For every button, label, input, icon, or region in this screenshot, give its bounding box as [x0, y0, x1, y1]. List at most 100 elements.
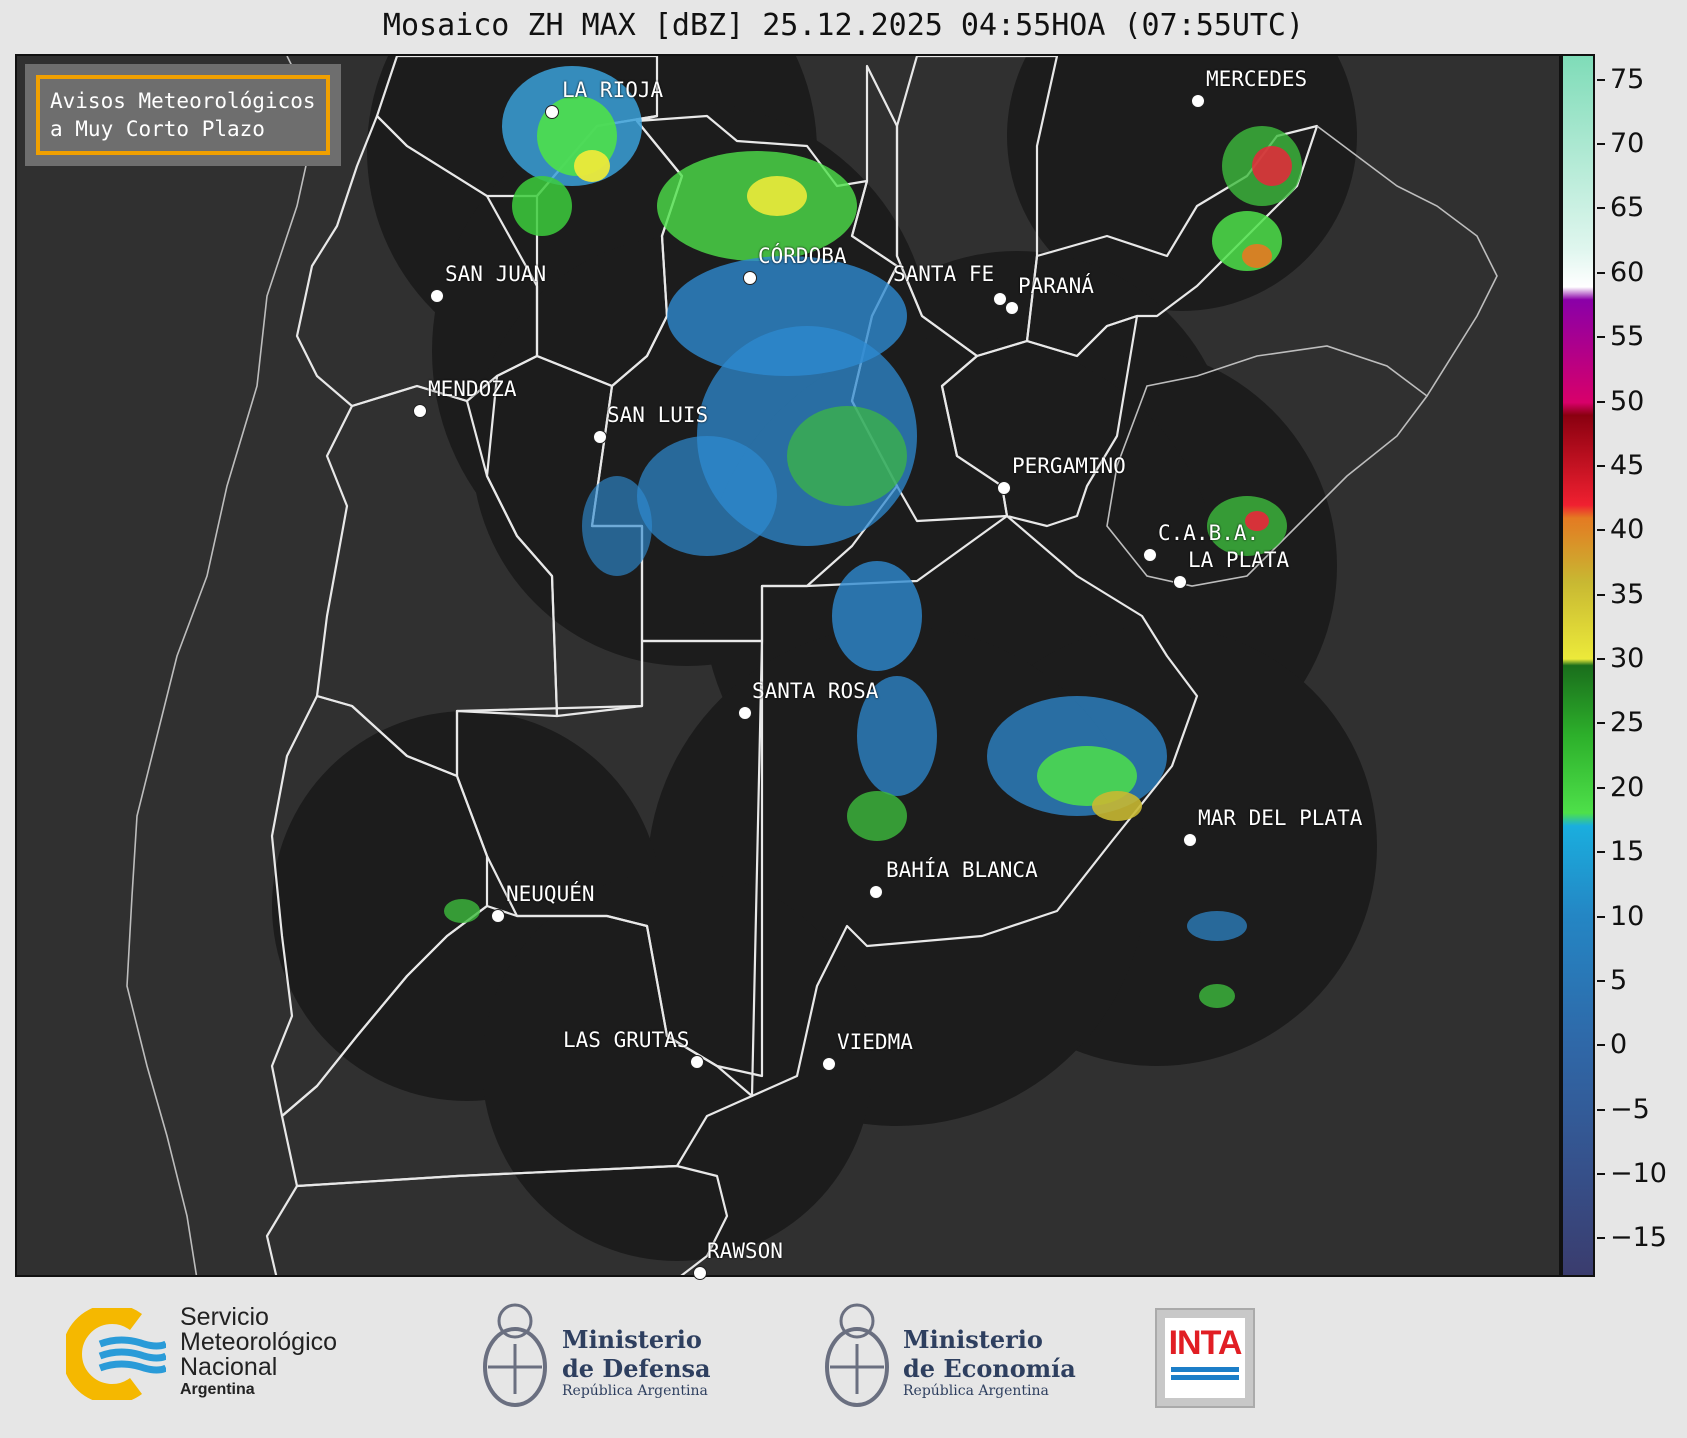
smn-emblem-icon [62, 1304, 168, 1404]
colorbar-tick-mark [1597, 1044, 1605, 1047]
colorbar-tick-mark [1597, 722, 1605, 725]
city-label: LAS GRUTAS [563, 1028, 690, 1052]
precip-echo [832, 561, 922, 671]
colorbar-tick-label: −5 [1610, 1093, 1650, 1125]
colorbar-tick-label: 15 [1610, 836, 1645, 868]
city-label: RAWSON [707, 1239, 783, 1263]
defensa-wordmark: Ministerio de Defensa República Argentin… [562, 1325, 711, 1399]
colorbar-tick-mark [1597, 979, 1605, 982]
colorbar-tick-mark [1597, 1108, 1605, 1111]
smn-line-1: Servicio [180, 1303, 269, 1331]
colorbar-tick-mark [1597, 1237, 1605, 1240]
precip-echo [1092, 791, 1142, 821]
colorbar-tick-mark [1597, 1173, 1605, 1175]
city-dot [997, 481, 1011, 495]
inta-logo-panel: INTA [1165, 1318, 1245, 1398]
smn-line-2: Meteorológico [180, 1328, 338, 1356]
city-label: SANTA FE [893, 262, 995, 286]
city-label: LA PLATA [1188, 548, 1290, 572]
colorbar-tick-mark [1597, 593, 1605, 596]
colorbar-tick-mark [1597, 207, 1605, 210]
smn-logo [62, 1304, 168, 1404]
city-label: CÓRDOBA [758, 244, 847, 268]
city-label: SAN LUIS [607, 403, 709, 427]
colorbar-tick-label: 25 [1610, 707, 1645, 739]
notice-line-1: Avisos Meteorológicos [50, 89, 316, 113]
precip-echo [747, 176, 807, 216]
colorbar-tick-label: 40 [1610, 514, 1645, 546]
city-label: PARANÁ [1018, 274, 1094, 298]
city-dot [413, 404, 427, 418]
city-dot [822, 1057, 836, 1071]
city-dot [743, 271, 757, 285]
colorbar-tick-label: 65 [1610, 192, 1645, 224]
colorbar-tick-mark [1597, 143, 1605, 146]
economia-seal-icon [822, 1299, 892, 1421]
inta-stripe-1 [1171, 1367, 1239, 1372]
colorbar-tick-label: 20 [1610, 771, 1645, 803]
city-dot [1191, 94, 1205, 108]
city-dot [430, 289, 444, 303]
economia-line-2: de Economía [903, 1354, 1076, 1383]
city-dot [869, 885, 883, 899]
colorbar-tick-label: −15 [1610, 1222, 1667, 1254]
precip-echo [444, 899, 480, 923]
economia-wordmark: Ministerio de Economía República Argenti… [903, 1325, 1076, 1399]
colorbar-tick-label: 70 [1610, 128, 1645, 160]
colorbar-tick-label: 50 [1610, 385, 1645, 417]
colorbar-tick-label: 0 [1610, 1029, 1628, 1061]
city-dot [690, 1055, 704, 1069]
precip-echo [1242, 244, 1272, 268]
smn-wordmark: Servicio Meteorológico Nacional Argentin… [180, 1305, 337, 1400]
colorbar-tick-mark [1597, 915, 1605, 918]
city-label: C.A.B.A. [1158, 521, 1260, 545]
map-canvas [126, 56, 1498, 1275]
smn-line-3: Nacional [180, 1353, 278, 1381]
colorbar-tick-mark [1597, 271, 1605, 274]
city-dot [1183, 833, 1197, 847]
colorbar-tick-label: 10 [1610, 900, 1645, 932]
colorbar-tick-label: 5 [1610, 964, 1628, 996]
defensa-line-1: Ministerio [562, 1325, 702, 1354]
colorbar-tick-label: 75 [1610, 63, 1645, 95]
city-label: MENDOZA [428, 377, 517, 401]
city-dot [545, 105, 559, 119]
precip-echo [847, 791, 907, 841]
colorbar-tick-mark [1597, 786, 1605, 789]
precip-echo [574, 150, 610, 182]
economia-line-3: República Argentina [903, 1383, 1049, 1399]
city-label: NEUQUÉN [506, 882, 595, 906]
precip-echo [1252, 146, 1292, 186]
defensa-line-3: República Argentina [562, 1383, 708, 1399]
radar-map[interactable]: Avisos Meteorológicos a Muy Corto Plazo [15, 54, 1561, 1277]
defensa-line-2: de Defensa [562, 1354, 711, 1383]
colorbar-tick-mark [1597, 658, 1605, 661]
smn-line-4: Argentina [180, 1381, 255, 1398]
inta-stripe-2 [1171, 1375, 1239, 1380]
colorbar-tick-mark [1597, 78, 1605, 81]
notice-text: Avisos Meteorológicos a Muy Corto Plazo [36, 75, 330, 155]
logo-footer: Servicio Meteorológico Nacional Argentin… [0, 1277, 1687, 1438]
colorbar-tick-mark [1597, 336, 1605, 339]
notice-line-2: a Muy Corto Plazo [50, 117, 265, 141]
colorbar-tick-label: 30 [1610, 643, 1645, 675]
precip-echo [1187, 911, 1247, 941]
colorbar-tick-mark [1597, 529, 1605, 532]
city-label: BAHÍA BLANCA [886, 858, 1038, 882]
precip-echo [582, 476, 652, 576]
city-dot [593, 430, 607, 444]
colorbar-tick-mark [1597, 464, 1605, 467]
precip-echo [1199, 984, 1235, 1008]
city-dot [1005, 301, 1019, 315]
defensa-seal-icon [480, 1299, 550, 1421]
colorbar-tick-label: 35 [1610, 578, 1645, 610]
map-title: Mosaico ZH MAX [dBZ] 25.12.2025 04:55HOA… [382, 8, 1305, 43]
city-label: VIEDMA [837, 1030, 913, 1054]
city-label: MAR DEL PLATA [1198, 806, 1363, 830]
colorbar-tick-mark [1597, 851, 1605, 854]
inta-wordmark: INTA [1168, 1324, 1243, 1362]
city-dot [1173, 575, 1187, 589]
precip-echo [787, 406, 907, 506]
inta-logo: INTA [1155, 1308, 1255, 1408]
colorbar-tick-label: −10 [1610, 1158, 1667, 1189]
